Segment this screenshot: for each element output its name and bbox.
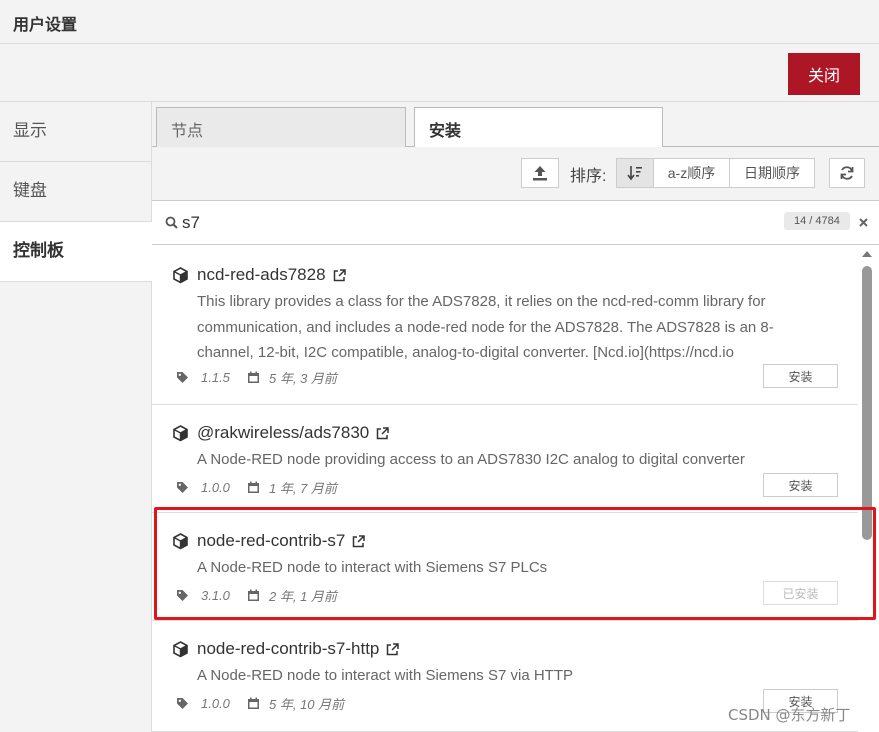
palette-tabs: 节点 安装 [152,102,879,148]
clear-search-icon[interactable] [859,218,868,227]
external-link-icon[interactable] [333,268,346,282]
package-name: @rakwireless/ads7830 [197,423,370,442]
calendar-icon [248,589,259,601]
package-meta: 1.0.0 5 年, 10 月前 [176,694,344,713]
package-version: 3.1.0 [201,588,230,603]
palette-panel: 节点 安装 排序: a-z顺序 日期顺序 s7 14 / 4784 ncd-re… [152,102,879,732]
sort-relevance-button[interactable] [616,158,654,188]
tag-icon [177,698,188,709]
package-meta: 1.1.5 5 年, 3 月前 [176,368,337,387]
dialog-titlebar: 用户设置 [0,0,879,44]
package-updated: 1 年, 7 月前 [269,481,337,496]
sort-az-button[interactable]: a-z顺序 [653,158,730,188]
upload-button[interactable] [521,158,559,188]
dialog-title: 用户设置 [13,17,78,34]
external-link-icon[interactable] [386,642,400,656]
list-item: ncd-red-ads7828 This library provides a … [152,245,858,405]
sidebar-item-display[interactable]: 显示 [0,102,151,162]
package-cube-icon [173,640,188,657]
refresh-icon [840,166,854,180]
package-list: ncd-red-ads7828 This library provides a … [152,245,860,732]
package-version: 1.0.0 [201,696,230,711]
external-link-icon[interactable] [376,426,389,440]
package-meta: 1.0.0 1 年, 7 月前 [176,478,337,497]
settings-sidebar: 显示 键盘 控制板 [0,102,152,732]
package-description: This library provides a class for the AD… [197,293,774,361]
install-button[interactable]: 安装 [763,364,838,388]
tab-install[interactable]: 安装 [414,107,663,148]
watermark: CSDN @东方新丁 [728,706,851,724]
upload-icon [533,166,547,181]
package-updated: 5 年, 3 月前 [269,371,337,386]
package-name: node-red-contrib-s7-http [197,639,380,658]
search-bar: 14 / 4784 [152,201,879,245]
external-link-icon[interactable] [352,534,366,548]
list-item: node-red-contrib-s7 A Node-RED node to i… [152,513,858,621]
installed-button: 已安装 [763,581,838,605]
search-result-count: 14 / 4784 [784,212,850,230]
list-item: @rakwireless/ads7830 A Node-RED node pro… [152,405,858,513]
package-cube-icon [173,532,188,549]
tag-icon [177,590,188,601]
tag-icon [177,372,188,383]
dialog-button-bar: 关闭 [0,44,879,102]
package-updated: 2 年, 1 月前 [269,589,337,604]
tag-icon [177,482,188,493]
refresh-button[interactable] [829,158,865,188]
sort-label: 排序: [570,168,607,185]
search-input[interactable] [182,211,722,235]
scroll-up-arrow-icon[interactable] [862,251,872,257]
sort-date-button[interactable]: 日期顺序 [729,158,815,188]
package-name: node-red-contrib-s7 [197,531,346,550]
scrollbar-thumb[interactable] [862,266,872,540]
sidebar-item-palette[interactable]: 控制板 [0,222,152,282]
package-description: A Node-RED node to interact with Siemens… [197,559,548,576]
install-button[interactable]: 安装 [763,473,838,497]
package-updated: 5 年, 10 月前 [269,697,345,712]
install-toolbar: 排序: a-z顺序 日期顺序 [152,147,879,201]
package-meta: 3.1.0 2 年, 1 月前 [176,586,337,605]
package-version: 1.1.5 [201,370,230,385]
package-description: A Node-RED node to interact with Siemens… [197,667,573,684]
tab-nodes[interactable]: 节点 [156,107,406,147]
sidebar-item-keyboard[interactable]: 键盘 [0,162,151,222]
package-name: ncd-red-ads7828 [197,265,326,284]
package-cube-icon [173,424,188,441]
package-version: 1.0.0 [201,480,230,495]
calendar-icon [248,697,259,709]
search-icon [165,216,178,229]
sort-desc-icon [627,166,642,181]
close-button[interactable]: 关闭 [788,53,860,95]
package-cube-icon [173,266,188,283]
calendar-icon [248,481,259,493]
package-description: A Node-RED node providing access to an A… [197,451,745,468]
calendar-icon [248,371,259,383]
